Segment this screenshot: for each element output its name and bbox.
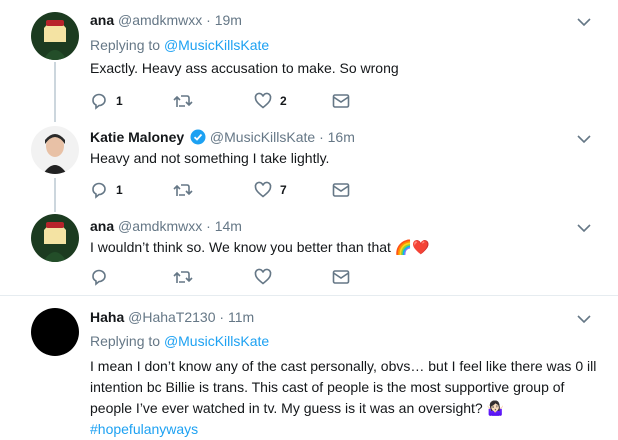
retweet-button[interactable]: [173, 91, 193, 111]
reply-button[interactable]: 1: [90, 91, 123, 111]
verified-icon: [190, 129, 206, 145]
retweet-icon: [173, 271, 193, 283]
reply-icon: [92, 182, 106, 199]
tweet-ana-2[interactable]: ana @amdkmwxx · 14m I wouldn’t think so.…: [0, 210, 618, 295]
replying-prefix: Replying to: [90, 37, 164, 53]
tweet-text: Heavy and not something I take lightly.: [90, 150, 330, 166]
dm-button[interactable]: [332, 91, 350, 111]
retweet-button[interactable]: [173, 267, 193, 287]
replying-to-link[interactable]: @MusicKillsKate: [164, 37, 269, 53]
like-count: 2: [280, 94, 287, 108]
timestamp[interactable]: 16m: [328, 129, 355, 145]
author-name[interactable]: ana: [90, 218, 114, 234]
tweet-text-body: I wouldn’t think so. We know you better …: [90, 239, 391, 255]
avatar[interactable]: [31, 126, 79, 174]
author-handle[interactable]: @HahaT2130: [128, 309, 215, 325]
reply-count: 1: [116, 183, 123, 197]
dm-icon: [332, 94, 350, 108]
hashtag-link[interactable]: #hopefulanyways: [90, 419, 610, 440]
replying-to: Replying to @MusicKillsKate: [90, 333, 269, 349]
dm-button[interactable]: [332, 180, 350, 200]
replying-to-link[interactable]: @MusicKillsKate: [164, 333, 269, 349]
separator-dot: ·: [206, 12, 211, 28]
like-button[interactable]: [254, 267, 272, 287]
emoji-rainbow-heart: 🌈❤️: [394, 239, 430, 255]
tweet-haha[interactable]: Haha @HahaT2130 · 11m Replying to @Music…: [0, 296, 618, 439]
tweet-text-line: people I’ve ever watched in tv. My guess…: [90, 400, 505, 416]
tweet-text: Exactly. Heavy ass accusation to make. S…: [90, 60, 399, 76]
author-handle[interactable]: @amdkmwxx: [118, 218, 202, 234]
author-handle[interactable]: @amdkmwxx: [118, 12, 202, 28]
avatar[interactable]: [31, 214, 79, 262]
like-icon: [254, 181, 272, 198]
reply-icon: [92, 269, 106, 286]
reply-button[interactable]: 1: [90, 180, 123, 200]
tweet-text-line: intention bc Billie is trans. This cast …: [90, 379, 565, 395]
reply-count: 1: [116, 94, 123, 108]
like-count: 7: [280, 183, 287, 197]
like-button[interactable]: 7: [254, 180, 287, 200]
replying-prefix: Replying to: [90, 333, 164, 349]
tweet-katie[interactable]: Katie Maloney @MusicKillsKate · 16m Heav…: [0, 120, 618, 210]
tweet-header: ana @amdkmwxx · 19m: [90, 12, 242, 28]
avatar[interactable]: [31, 308, 79, 356]
chevron-down-icon[interactable]: [577, 314, 591, 324]
retweet-icon: [173, 184, 193, 196]
separator-dot: ·: [219, 309, 225, 325]
retweet-button[interactable]: [173, 180, 193, 200]
like-icon: [254, 268, 272, 285]
dm-icon: [332, 270, 350, 284]
reply-button[interactable]: [90, 267, 108, 287]
author-handle[interactable]: @MusicKillsKate: [210, 129, 315, 145]
replying-to: Replying to @MusicKillsKate: [90, 37, 269, 53]
tweet-header: ana @amdkmwxx · 14m: [90, 218, 242, 234]
author-name[interactable]: Katie Maloney: [90, 129, 184, 145]
author-name[interactable]: Haha: [90, 309, 124, 325]
dm-button[interactable]: [332, 267, 350, 287]
tweet-header: Katie Maloney @MusicKillsKate · 16m: [90, 129, 355, 145]
retweet-icon: [173, 95, 193, 107]
chevron-down-icon[interactable]: [577, 223, 591, 233]
chevron-down-icon[interactable]: [577, 134, 591, 144]
tweet-text-line: I mean I don’t know any of the cast pers…: [90, 358, 597, 374]
avatar[interactable]: [31, 12, 79, 60]
separator-dot: ·: [319, 129, 324, 145]
chevron-down-icon[interactable]: [577, 17, 591, 27]
timestamp[interactable]: 14m: [215, 218, 242, 234]
separator-dot: ·: [206, 218, 211, 234]
like-button[interactable]: 2: [254, 91, 287, 111]
author-name[interactable]: ana: [90, 12, 114, 28]
tweet-text: I mean I don’t know any of the cast pers…: [90, 356, 610, 440]
timestamp[interactable]: 19m: [215, 12, 242, 28]
timestamp[interactable]: 11m: [228, 309, 254, 325]
reply-icon: [92, 93, 106, 110]
tweet-ana-1[interactable]: ana @amdkmwxx · 19m Replying to @MusicKi…: [0, 0, 618, 120]
tweet-text: I wouldn’t think so. We know you better …: [90, 237, 430, 258]
like-icon: [254, 92, 272, 109]
tweet-header: Haha @HahaT2130 · 11m: [90, 309, 254, 325]
dm-icon: [332, 183, 350, 197]
